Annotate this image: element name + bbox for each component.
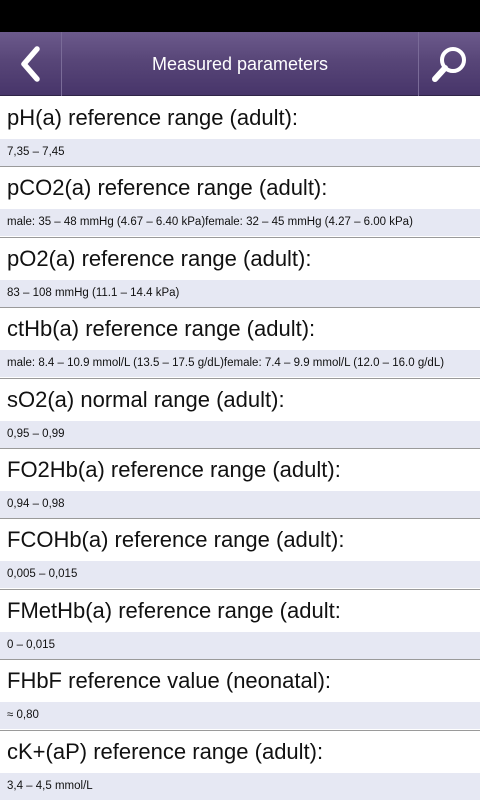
list-item[interactable]: pH(a) reference range (adult): 7,35 – 7,…: [0, 97, 480, 168]
header-bar: Measured parameters: [0, 32, 480, 96]
item-title: FCOHb(a) reference range (adult):: [0, 519, 480, 562]
item-value: ≈ 0,80: [0, 702, 480, 730]
parameter-list: pH(a) reference range (adult): 7,35 – 7,…: [0, 97, 480, 800]
item-title: ctHb(a) reference range (adult):: [0, 308, 480, 351]
item-value: 0,94 – 0,98: [0, 490, 480, 518]
search-icon: [431, 47, 466, 82]
status-bar: [0, 0, 480, 32]
item-value: 83 – 108 mmHg (11.1 – 14.4 kPa): [0, 279, 480, 307]
item-value: 0,005 – 0,015: [0, 561, 480, 589]
item-value: male: 8.4 – 10.9 mmol/L (13.5 – 17.5 g/d…: [0, 350, 480, 378]
list-item[interactable]: FCOHb(a) reference range (adult): 0,005 …: [0, 519, 480, 590]
chevron-left-icon: [20, 46, 40, 82]
item-title: cK+(aP) reference range (adult):: [0, 730, 480, 773]
item-value: 0 – 0,015: [0, 631, 480, 659]
list-item[interactable]: FMetHb(a) reference range (adult: 0 – 0,…: [0, 589, 480, 661]
item-title: pCO2(a) reference range (adult):: [0, 167, 480, 210]
list-item[interactable]: FO2Hb(a) reference range (adult): 0,94 –…: [0, 448, 480, 520]
list-item[interactable]: pCO2(a) reference range (adult): male: 3…: [0, 167, 480, 238]
list-item[interactable]: pO2(a) reference range (adult): 83 – 108…: [0, 237, 480, 309]
item-value: male: 35 – 48 mmHg (4.67 – 6.40 kPa)fema…: [0, 209, 480, 237]
list-item[interactable]: sO2(a) normal range (adult): 0,95 – 0,99: [0, 378, 480, 449]
item-value: 7,35 – 7,45: [0, 139, 480, 166]
item-title: sO2(a) normal range (adult):: [0, 378, 480, 421]
item-title: pH(a) reference range (adult):: [0, 97, 480, 139]
item-value: 3,4 – 4,5 mmol/L: [0, 772, 480, 800]
list-item[interactable]: cK+(aP) reference range (adult): 3,4 – 4…: [0, 730, 480, 800]
item-title: pO2(a) reference range (adult):: [0, 237, 480, 280]
list-item[interactable]: FHbF reference value (neonatal): ≈ 0,80: [0, 660, 480, 731]
item-title: FO2Hb(a) reference range (adult):: [0, 448, 480, 491]
search-button[interactable]: [418, 32, 480, 96]
item-title: FMetHb(a) reference range (adult:: [0, 589, 480, 632]
page-title: Measured parameters: [151, 53, 329, 74]
back-button[interactable]: [0, 32, 62, 96]
item-value: 0,95 – 0,99: [0, 420, 480, 448]
item-title: FHbF reference value (neonatal):: [0, 660, 480, 703]
list-item[interactable]: ctHb(a) reference range (adult): male: 8…: [0, 308, 480, 379]
